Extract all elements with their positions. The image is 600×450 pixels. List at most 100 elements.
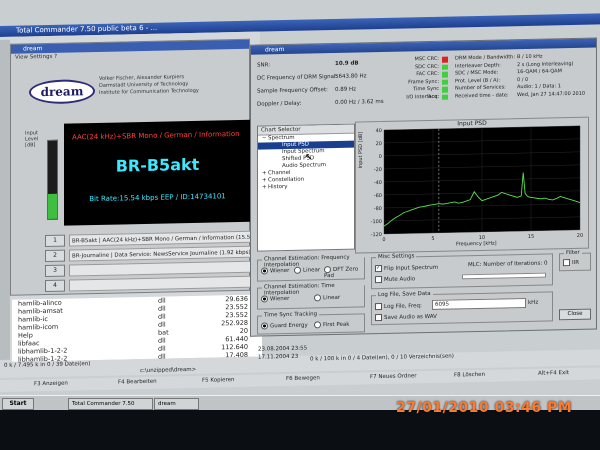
radio-icon (294, 266, 301, 274)
date-2: 17.11.2004 23 (258, 353, 299, 361)
checkbox-icon (375, 302, 382, 311)
freq-interp-group: Channel Estimation: Frequency Interpolat… (257, 254, 365, 282)
freq-wiener-radio[interactable]: Wiener (261, 267, 289, 275)
flip-spectrum-checkbox[interactable]: Flip Input Spectrum (375, 264, 439, 273)
status-left: 0 k / 7.495 k in 0 / 39 Datei(en) (4, 361, 91, 369)
drm-info-label: Number of Services: (455, 84, 506, 92)
close-button[interactable]: Close (559, 308, 591, 321)
first-peak-radio[interactable]: First Peak (314, 321, 349, 329)
function-key-button[interactable]: F4 Bearbeiten (118, 379, 157, 386)
option-label: Linear (303, 267, 321, 274)
time-interp-group: Channel Estimation: Time Interpolation W… (257, 282, 365, 310)
status-led-icon (442, 64, 448, 70)
start-button[interactable]: Start (2, 398, 34, 410)
radio-icon (261, 322, 268, 330)
x-tick-label: 10 (479, 235, 485, 241)
function-key-button[interactable]: F5 Kopieren (202, 377, 235, 384)
tree-item-label: Channel (268, 169, 291, 177)
option-label: Wiener (270, 267, 290, 275)
led-label: MSC CRC: (414, 55, 439, 63)
drm-info-label: SDC / MSC Mode: (455, 69, 499, 77)
y-tick-label: -40 (374, 180, 382, 186)
time-sync-group: Time Sync Tracking Guard Energy First Pe… (257, 311, 365, 335)
taskbar-total-commander[interactable]: Total Commander 7.50 public beta 6 - ... (68, 398, 153, 417)
chart-selector[interactable]: Chart Selector −Spectrum Input PSD Input S… (257, 123, 355, 252)
drm-info-label: Prot. Level (B / A): (455, 77, 501, 84)
y-tick-label: 0 (379, 154, 382, 160)
date-1: 23.08.2004 23:55 (258, 345, 308, 353)
info-value: 5643.80 Hz (335, 73, 367, 80)
command-path[interactable]: c:\unzipped\dream> (140, 367, 196, 374)
y-tick-label: -120 (371, 232, 382, 238)
monitor-bezel (0, 410, 600, 450)
log-frequency-input[interactable]: 6095 (432, 297, 526, 310)
status-led-icon (442, 94, 448, 100)
psd-chart: Input PSD Input PSD [dB] Frequency [kHz]… (355, 116, 589, 254)
misc-settings-title: Misc Settings (376, 253, 417, 261)
dream-logo: dream (29, 79, 95, 105)
tree-item-label: Input PSD (282, 141, 310, 149)
function-key-button[interactable]: F7 Neues Ordner (370, 373, 417, 380)
service-button[interactable]: 4 (45, 279, 65, 293)
misc-settings-group: Misc Settings Flip Input Spectrum Mute A… (371, 253, 553, 290)
drm-info-value: Wed, Jan 27 14:47:00 2010 (517, 90, 586, 98)
guard-energy-radio[interactable]: Guard Energy (261, 322, 308, 330)
freq-linear-radio[interactable]: Linear (294, 266, 320, 274)
option-label: Linear (323, 294, 341, 302)
info-value: 0.89 Hz (335, 86, 357, 93)
function-key-button[interactable]: F6 Bewegen (286, 375, 320, 382)
service-label: BR-B5akt | AAC(24 kHz)+SBR Mono / German… (69, 230, 261, 256)
info-label: Doppler / Delay: (257, 100, 302, 108)
service-button[interactable]: 2 (45, 249, 65, 263)
dream-evaluation-window: dream SNR: 10.9 dB DC Frequency of DRM Sig… (250, 37, 597, 337)
tree-item-label: Spectrum (268, 134, 295, 142)
credits-line: Institute for Communication Technology (99, 87, 199, 96)
time-linear-radio[interactable]: Linear (314, 294, 340, 302)
led-label: FAC CRC: (416, 70, 439, 78)
info-label: SNR: (257, 62, 271, 69)
iir-checkbox[interactable]: IIR (563, 259, 580, 267)
y-tick-label: -20 (374, 167, 382, 173)
radio-icon (261, 267, 268, 275)
service-button[interactable]: 3 (45, 264, 65, 278)
chart-selector-item[interactable]: +History (258, 183, 354, 192)
radio-icon (314, 321, 321, 329)
status-right: 0 k / 100 k in 0 / 4 Datei(en), 0 / 10 V… (310, 353, 454, 363)
function-key-button[interactable]: F3 Anzeigen (34, 381, 68, 388)
x-tick-label: 15 (528, 234, 534, 240)
taskbar-dream[interactable]: dream (154, 398, 199, 410)
option-label: First Peak (323, 321, 350, 329)
function-key-button[interactable]: Alt+F4 Exit (538, 370, 569, 377)
credits: Volker Fischer, Alexander Kurpiers Darms… (99, 74, 199, 97)
led-label: I/O Interface: (406, 93, 439, 100)
status-led-icon (442, 71, 448, 78)
save-audio-checkbox[interactable]: Save Audio as WAV (375, 313, 437, 322)
info-value: 10.9 dB (335, 60, 359, 67)
service-label: BR-Journaline | Data Service: NewsServic… (69, 245, 261, 262)
psd-plot-svg: 40200-20-40-60-80-100-1200 5 10 15 20 (371, 125, 583, 243)
service-label (69, 260, 261, 277)
crc-status-leds: MSC CRC: SDC CRC: FAC CRC: Frame Sync: Time … (401, 56, 449, 102)
option-label: Guard Energy (270, 322, 308, 330)
log-group: Log File, Save Data Log File, Freq: 6095… (371, 290, 553, 326)
mute-audio-checkbox[interactable]: Mute Audio (375, 275, 415, 284)
freq-dft-radio[interactable]: DFT Zero Pad (324, 265, 364, 279)
radio-icon (314, 294, 321, 302)
radio-icon (261, 295, 268, 303)
mlc-slider[interactable] (462, 272, 546, 280)
status-led-icon (442, 86, 448, 93)
log-file-checkbox[interactable]: Log File, Freq: (375, 302, 422, 311)
drm-info-row: Received time - date: Wed, Jan 27 14:47:0… (455, 90, 593, 100)
status-led-icon (442, 79, 448, 85)
checkbox-icon (563, 259, 570, 267)
led-label: Frame Sync: (408, 78, 439, 85)
drm-info-label: Received time - date: (455, 91, 509, 99)
option-label: Flip Input Spectrum (384, 264, 439, 272)
service-button[interactable]: 1 (45, 234, 65, 248)
function-key-button[interactable]: F8 Löschen (454, 372, 485, 379)
option-label: IIR (572, 259, 580, 267)
y-tick-label: -60 (374, 193, 382, 199)
time-wiener-radio[interactable]: Wiener (261, 295, 289, 303)
y-tick-label: 20 (376, 141, 382, 147)
monitor-screen: Total Commander 7.50 public beta 6 - ...… (0, 0, 600, 420)
